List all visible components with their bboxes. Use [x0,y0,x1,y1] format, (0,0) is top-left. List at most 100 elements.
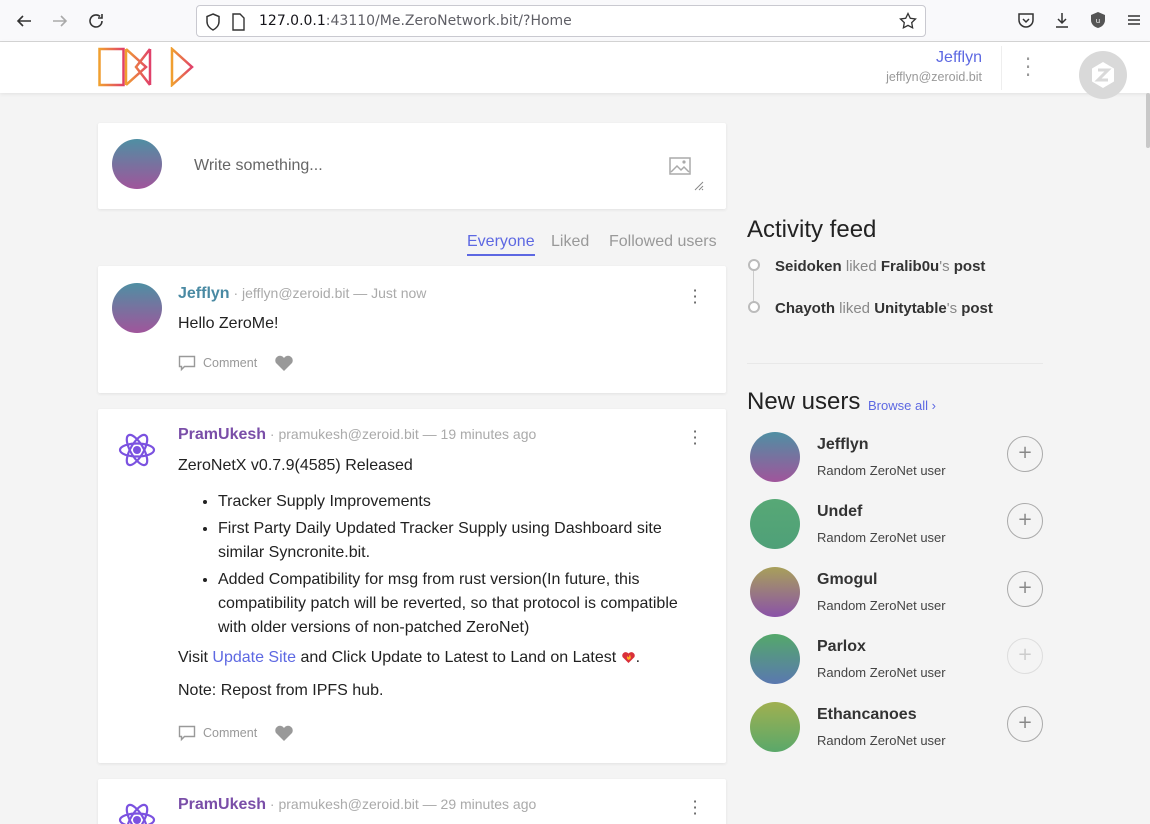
post-header: PramUkesh · pramukesh@zeroid.bit — 19 mi… [178,426,536,444]
header-user-address: jefflyn@zeroid.bit [886,70,982,84]
activity-actor[interactable]: Chayoth [775,300,835,317]
post-header: Jefflyn · jefflyn@zeroid.bit — Just now [178,285,426,303]
comment-button[interactable]: Comment [203,726,257,740]
shield-icon[interactable] [205,13,221,31]
new-user-name[interactable]: Undef [817,503,862,521]
atom-avatar-icon[interactable] [117,799,157,824]
zerome-logo[interactable] [98,47,194,87]
avatar[interactable] [750,702,800,752]
activity-item: Seidoken liked Fralib0u's post [775,258,985,275]
pocket-icon[interactable] [1017,11,1035,29]
hamburger-menu-icon[interactable] [1125,11,1143,29]
activity-object-link[interactable]: post [954,258,986,275]
image-upload-icon[interactable] [669,157,691,175]
like-heart-icon[interactable] [274,354,294,372]
post-body: Hello ZeroMe! [178,315,279,332]
comment-icon[interactable] [178,725,196,742]
browse-all-link[interactable]: Browse all › [868,398,936,413]
follow-button[interactable]: + [1007,638,1043,674]
url-text[interactable]: 127.0.0.1:43110/Me.ZeroNetwork.bit/?Home [259,13,572,29]
activity-target[interactable]: Unitytable [874,300,947,317]
resize-handle-icon[interactable] [694,181,704,191]
post-bullet-list: Tracker Supply Improvements First Party … [218,490,698,640]
avatar[interactable] [112,283,162,333]
feed-dot [748,301,760,313]
avatar[interactable] [750,432,800,482]
post-menu-icon[interactable]: · · · [692,794,698,822]
follow-button[interactable]: + [1007,436,1043,472]
post-menu-icon[interactable]: · · · [692,424,698,452]
fire-heart-emoji-icon [621,652,635,663]
list-item: Tracker Supply Improvements [218,490,698,514]
post-meta: · pramukesh@zeroid.bit — 29 minutes ago [266,796,537,812]
post-meta: · jefflyn@zeroid.bit — Just now [229,285,427,301]
new-user-description: Random ZeroNet user [817,530,946,545]
download-icon[interactable] [1053,11,1071,29]
activity-item: Chayoth liked Unitytable's post [775,300,993,317]
app-header: Jefflyn jefflyn@zeroid.bit · · · [0,42,1150,99]
post-header: PramUkesh · pramukesh@zeroid.bit — 29 mi… [178,796,536,814]
list-item: Added Compatibility for msg from rust ve… [218,568,698,640]
activity-suffix: 's [946,300,962,317]
compose-card: Write something... [98,123,726,209]
post-visit-line: Visit Update Site and Click Update to La… [178,646,698,670]
scrollbar-thumb[interactable] [1146,93,1150,148]
activity-suffix: 's [939,258,954,275]
post-author[interactable]: Jefflyn [178,285,230,302]
follow-button[interactable]: + [1007,503,1043,539]
activity-actor[interactable]: Seidoken [775,258,842,275]
section-divider [747,363,1043,364]
avatar[interactable] [750,567,800,617]
comment-button[interactable]: Comment [203,356,257,370]
post-meta: · pramukesh@zeroid.bit — 19 minutes ago [266,426,537,442]
activity-verb: liked [835,300,875,317]
atom-avatar-icon[interactable] [117,429,157,471]
compose-input[interactable]: Write something... [194,157,323,175]
new-user-name[interactable]: Ethancanoes [817,706,917,724]
visit-end: . [635,649,641,666]
feed-dot [748,259,760,271]
header-menu-icon[interactable]: · · · [1022,49,1034,85]
back-arrow-icon[interactable] [12,9,36,33]
new-user-description: Random ZeroNet user [817,598,946,613]
post-author[interactable]: PramUkesh [178,426,266,443]
new-user-name[interactable]: Jefflyn [817,436,869,454]
activity-object-link[interactable]: post [961,300,993,317]
url-bar[interactable]: 127.0.0.1:43110/Me.ZeroNetwork.bit/?Home [196,5,926,37]
tab-followed-users[interactable]: Followed users [609,233,717,251]
forward-arrow-icon[interactable] [48,9,72,33]
page-icon [232,13,245,31]
new-user-description: Random ZeroNet user [817,733,946,748]
bookmark-star-icon[interactable] [899,12,917,30]
tab-everyone[interactable]: Everyone [467,233,535,256]
new-user-name[interactable]: Parlox [817,638,866,656]
comment-icon[interactable] [178,355,196,372]
new-users-title: New users [747,388,861,415]
tab-liked[interactable]: Liked [551,233,589,251]
avatar[interactable] [750,499,800,549]
post-author[interactable]: PramUkesh [178,796,266,813]
avatar[interactable] [750,634,800,684]
url-path: :43110/Me.ZeroNetwork.bit/?Home [325,13,572,29]
post-card: Jefflyn · jefflyn@zeroid.bit — Just now … [98,266,726,393]
svg-text:u: u [1096,17,1100,25]
update-site-link[interactable]: Update Site [212,649,296,666]
follow-button[interactable]: + [1007,571,1043,607]
post-menu-icon[interactable]: · · · [692,283,698,311]
ublock-icon[interactable]: u [1089,11,1107,29]
activity-target[interactable]: Fralib0u [881,258,939,275]
header-user-name[interactable]: Jefflyn [936,49,982,67]
reload-icon[interactable] [84,9,108,33]
like-heart-icon[interactable] [274,724,294,742]
post-note: Note: Repost from IPFS hub. [178,682,384,699]
header-divider [1001,46,1002,90]
activity-verb: liked [841,258,881,275]
zeronet-badge-icon[interactable] [1079,51,1127,99]
visit-prefix: Visit [178,649,213,666]
follow-button[interactable]: + [1007,706,1043,742]
new-user-name[interactable]: Gmogul [817,571,877,589]
post-card: PramUkesh · pramukesh@zeroid.bit — 29 mi… [98,779,726,824]
avatar[interactable] [112,139,162,189]
url-host: 127.0.0.1 [259,13,326,29]
visit-suffix: and Click Update to Latest to Land on La… [296,649,621,666]
